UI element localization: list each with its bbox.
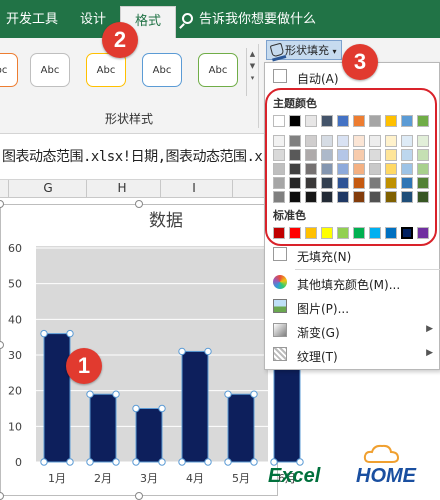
menu-item-texture-label: 纹理(T) <box>297 350 338 364</box>
formula-text: 图表动态范围.xlsx!日期,图表动态范围.x <box>2 149 263 165</box>
column-header-h[interactable]: H <box>112 181 132 195</box>
group-divider <box>258 44 259 128</box>
shape-style-thumbnail[interactable]: Abc <box>198 53 238 87</box>
menu-item-gradient[interactable]: 渐变(G) ▶ <box>265 319 440 343</box>
menu-item-picture[interactable]: 图片(P)... <box>265 295 440 319</box>
menu-item-texture[interactable]: 纹理(T) ▶ <box>265 343 440 367</box>
menu-item-automatic-label: 自动(A) <box>297 72 339 86</box>
shape-fill-button[interactable]: 形状填充 ▾ <box>266 40 342 60</box>
step-badge-1: 1 <box>66 348 102 384</box>
gallery-scrollbar[interactable]: ▲ ▼ ▾ <box>246 48 258 96</box>
submenu-arrow-icon: ▶ <box>426 348 433 358</box>
column-header-i[interactable]: I <box>184 181 204 195</box>
scroll-up-icon[interactable]: ▲ <box>247 48 258 60</box>
step-badge-2: 2 <box>102 22 138 58</box>
tell-me-text: 告诉我你想要做什么 <box>199 12 317 27</box>
tab-developer[interactable]: 开发工具 <box>6 8 58 27</box>
menu-divider <box>295 269 440 270</box>
column-divider <box>232 180 233 198</box>
menu-item-more-fill-colors-label: 其他填充颜色(M)... <box>297 278 401 292</box>
cloud-icon <box>363 444 400 463</box>
shape-style-thumbnail[interactable]: Abc <box>30 53 70 87</box>
column-divider <box>8 180 9 198</box>
menu-item-more-fill-colors[interactable]: 其他填充颜色(M)... <box>265 271 440 295</box>
menu-item-no-fill-label: 无填充(N) <box>297 250 352 264</box>
automatic-color-icon <box>273 69 287 83</box>
search-icon <box>182 13 193 24</box>
chart-resize-handle[interactable] <box>135 492 143 500</box>
highlight-ellipse <box>265 88 437 246</box>
shape-fill-label: 形状填充 <box>285 44 329 57</box>
excelhome-logo: Excel HOME <box>262 444 438 496</box>
menu-item-gradient-label: 渐变(G) <box>297 326 340 340</box>
gradient-icon <box>273 323 287 337</box>
paint-bucket-icon <box>269 42 285 58</box>
color-wheel-icon <box>273 275 287 289</box>
menu-item-picture-label: 图片(P)... <box>297 302 350 316</box>
chart-resize-handle[interactable] <box>135 200 143 208</box>
scroll-down-icon[interactable]: ▼ <box>247 60 258 72</box>
column-divider <box>86 180 87 198</box>
texture-icon <box>273 347 287 361</box>
gallery-expand-icon[interactable]: ▾ <box>247 72 258 84</box>
step-badge-3: 3 <box>342 44 378 80</box>
no-fill-icon <box>273 247 287 261</box>
shape-style-thumbnail[interactable]: Abc <box>86 53 126 87</box>
shape-styles-group-label: 形状样式 <box>104 112 153 126</box>
tell-me-search[interactable]: 告诉我你想要做什么 <box>182 8 316 27</box>
shape-style-thumbnail[interactable]: Abc <box>0 53 18 87</box>
column-header-g[interactable]: G <box>38 181 58 195</box>
submenu-arrow-icon: ▶ <box>426 324 433 334</box>
shape-style-thumbnail[interactable]: Abc <box>142 53 182 87</box>
logo-excel-text: Excel <box>268 465 321 487</box>
ribbon-tab-bar: 开发工具 设计 格式 告诉我你想要做什么 <box>0 0 440 38</box>
picture-icon <box>273 299 287 313</box>
menu-item-no-fill[interactable]: 无填充(N) <box>265 243 440 267</box>
column-divider <box>160 180 161 198</box>
logo-home-text: HOME <box>356 465 416 487</box>
tab-design[interactable]: 设计 <box>80 8 106 27</box>
chevron-down-icon: ▾ <box>332 47 337 56</box>
